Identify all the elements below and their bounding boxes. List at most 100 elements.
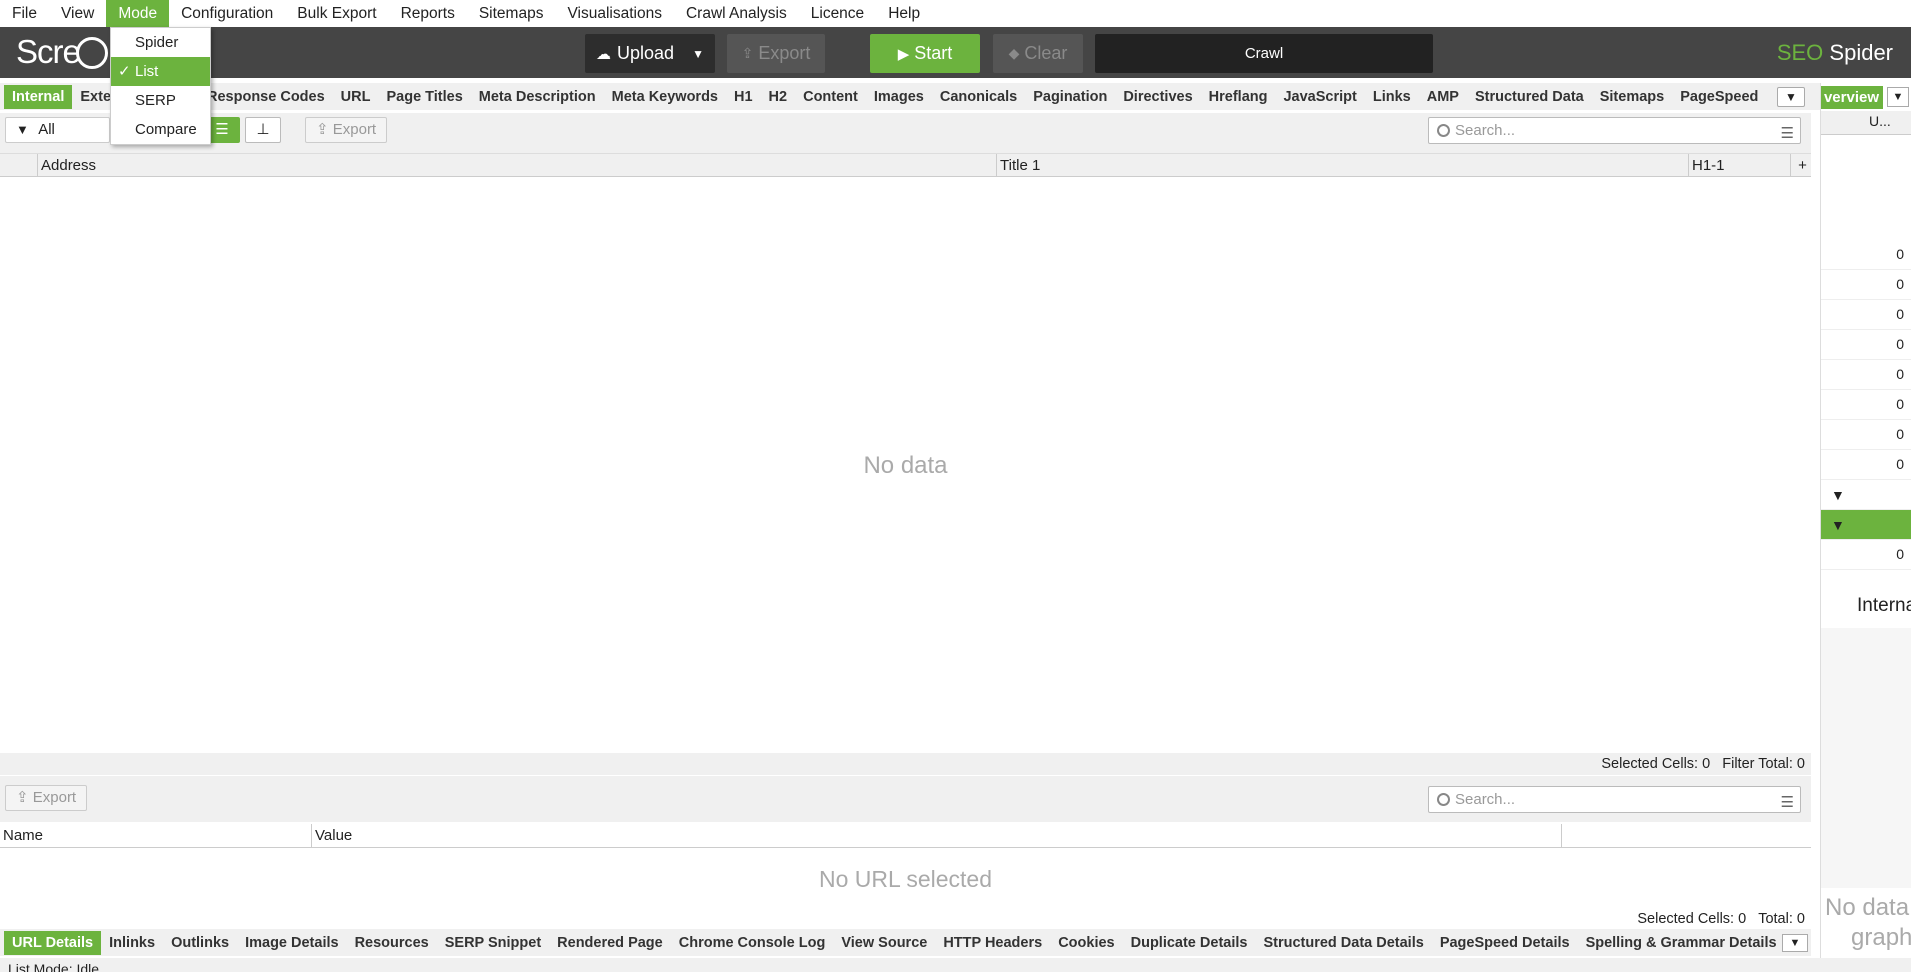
menu-configuration[interactable]: Configuration: [169, 0, 285, 27]
filter-export-button[interactable]: ⇪ Export: [305, 117, 388, 143]
menu-view[interactable]: View: [49, 0, 106, 27]
tab-response-codes[interactable]: Response Codes: [199, 85, 333, 109]
filter-select[interactable]: ▼ All: [5, 117, 110, 143]
tab-pagination[interactable]: Pagination: [1025, 85, 1115, 109]
menu-bulk-export[interactable]: Bulk Export: [285, 0, 388, 27]
bottom-tab-structured-data-details[interactable]: Structured Data Details: [1255, 931, 1431, 955]
upload-button[interactable]: ☁ Upload ▼: [585, 34, 715, 73]
row-value: 0: [1896, 336, 1904, 352]
bottom-tab-spelling-grammar-details[interactable]: Spelling & Grammar Details: [1578, 931, 1785, 955]
mode-item-serp[interactable]: SERP: [111, 86, 210, 115]
add-column-icon[interactable]: +: [1790, 154, 1811, 177]
tab-javascript[interactable]: JavaScript: [1275, 85, 1364, 109]
mode-item-label: Spider: [135, 34, 179, 51]
menu-help[interactable]: Help: [876, 0, 932, 27]
menu-mode[interactable]: Mode: [106, 0, 170, 27]
tab-meta-keywords[interactable]: Meta Keywords: [604, 85, 726, 109]
menu-bar: File View Mode Configuration Bulk Export Repo…: [0, 0, 1911, 27]
menu-sitemaps[interactable]: Sitemaps: [467, 0, 556, 27]
tab-h2[interactable]: H2: [761, 85, 796, 109]
table-header: Address Title 1 H1-1 +: [0, 153, 1811, 177]
overview-row[interactable]: 0: [1821, 270, 1911, 300]
cloud-upload-icon: ☁: [596, 45, 612, 63]
tab-links[interactable]: Links: [1365, 85, 1419, 109]
right-tabs-dropdown[interactable]: ▼: [1887, 87, 1909, 107]
filter-icon: ▼: [16, 122, 29, 137]
overview-row[interactable]: 0: [1821, 330, 1911, 360]
search-input[interactable]: Search... ☰: [1428, 117, 1801, 144]
tab-meta-description[interactable]: Meta Description: [471, 85, 604, 109]
tab-content[interactable]: Content: [795, 85, 866, 109]
start-button[interactable]: ▶ Start: [870, 34, 980, 73]
crawl-progress: Crawl: [1095, 34, 1433, 73]
tabs-dropdown-button[interactable]: ▼: [1777, 87, 1805, 107]
column-extra[interactable]: [1561, 824, 1811, 847]
overview-row[interactable]: 0: [1821, 420, 1911, 450]
bottom-tab-duplicate-details[interactable]: Duplicate Details: [1123, 931, 1256, 955]
bottom-tab-url-details[interactable]: URL Details: [4, 930, 102, 955]
column-name[interactable]: Name: [0, 824, 311, 847]
bottom-tab-pagespeed-details[interactable]: PageSpeed Details: [1432, 931, 1578, 955]
bottom-tab-inlinks[interactable]: Inlinks: [101, 931, 163, 955]
overview-row[interactable]: 0: [1821, 240, 1911, 270]
bottom-tab-cookies[interactable]: Cookies: [1050, 931, 1122, 955]
tab-page-titles[interactable]: Page Titles: [378, 85, 470, 109]
lower-status: Selected Cells: 0 Total: 0: [0, 908, 1811, 930]
status-bar: List Mode: Idle: [0, 958, 1911, 972]
row-value: 0: [1896, 546, 1904, 562]
lower-export-button[interactable]: ⇪ Export: [5, 785, 88, 811]
overview-row[interactable]: 0: [1821, 360, 1911, 390]
main-status: Selected Cells: 0 Filter Total: 0: [0, 753, 1811, 775]
sliders-icon[interactable]: ☰: [1781, 790, 1794, 815]
overview-row-selected[interactable]: ▼: [1821, 510, 1911, 540]
tab-hreflang[interactable]: Hreflang: [1201, 85, 1276, 109]
tab-structured-data[interactable]: Structured Data: [1467, 85, 1592, 109]
bottom-tab-outlinks[interactable]: Outlinks: [163, 931, 237, 955]
menu-reports[interactable]: Reports: [389, 0, 467, 27]
export-button[interactable]: ⇪ Export: [727, 34, 825, 73]
tab-directives[interactable]: Directives: [1115, 85, 1200, 109]
bottom-tabs-dropdown[interactable]: ▼: [1782, 934, 1808, 952]
column-value[interactable]: Value: [311, 824, 1561, 847]
tab-canonicals[interactable]: Canonicals: [932, 85, 1025, 109]
column-title[interactable]: Title 1: [996, 154, 1688, 177]
bottom-tab-chrome-console-log[interactable]: Chrome Console Log: [671, 931, 834, 955]
tab-internal[interactable]: Internal: [4, 84, 73, 109]
column-h1[interactable]: H1-1: [1688, 154, 1791, 177]
overview-row[interactable]: 0: [1821, 300, 1911, 330]
overview-section[interactable]: ▼: [1821, 480, 1911, 510]
tab-sitemaps[interactable]: Sitemaps: [1592, 85, 1672, 109]
lower-search-input[interactable]: Search... ☰: [1428, 786, 1801, 813]
bottom-tab-rendered-page[interactable]: Rendered Page: [549, 931, 671, 955]
menu-crawl-analysis[interactable]: Crawl Analysis: [674, 0, 799, 27]
overview-row[interactable]: 0: [1821, 450, 1911, 480]
tab-pagespeed[interactable]: PageSpeed: [1672, 85, 1766, 109]
chart-area: [1821, 628, 1911, 888]
clear-button[interactable]: ◆ Clear: [993, 34, 1083, 73]
mode-item-spider[interactable]: Spider: [111, 28, 210, 57]
mode-menu: Spider ✓ List SERP Compare: [110, 27, 211, 145]
mode-item-list[interactable]: ✓ List: [111, 57, 210, 86]
tab-amp[interactable]: AMP: [1419, 85, 1467, 109]
tab-url[interactable]: URL: [333, 85, 379, 109]
right-panel: verview ▼ U... 0 0 0 0 0 0 0 0 ▼ ▼ 0 Interna No da…: [1820, 83, 1911, 958]
tree-view-button[interactable]: ⊥: [245, 117, 281, 143]
mode-item-compare[interactable]: Compare: [111, 115, 210, 144]
filter-row: ▼ All ☰ ⊥ ⇪ Export Search... ☰: [0, 113, 1811, 153]
tab-h1[interactable]: H1: [726, 85, 761, 109]
bottom-tab-view-source[interactable]: View Source: [833, 931, 935, 955]
brand-title: SEO Spider: [1776, 40, 1893, 65]
tab-overview[interactable]: verview: [1821, 86, 1883, 109]
overview-row[interactable]: 0: [1821, 390, 1911, 420]
column-address[interactable]: Address: [37, 154, 997, 177]
tab-images[interactable]: Images: [866, 85, 932, 109]
bottom-tab-http-headers[interactable]: HTTP Headers: [935, 931, 1050, 955]
menu-licence[interactable]: Licence: [799, 0, 876, 27]
menu-visualisations[interactable]: Visualisations: [555, 0, 674, 27]
bottom-tab-serp-snippet[interactable]: SERP Snippet: [437, 931, 549, 955]
bottom-tab-resources[interactable]: Resources: [347, 931, 437, 955]
sliders-icon[interactable]: ☰: [1781, 121, 1794, 146]
bottom-tab-image-details[interactable]: Image Details: [237, 931, 347, 955]
overview-row[interactable]: 0: [1821, 540, 1911, 570]
menu-file[interactable]: File: [0, 0, 49, 27]
